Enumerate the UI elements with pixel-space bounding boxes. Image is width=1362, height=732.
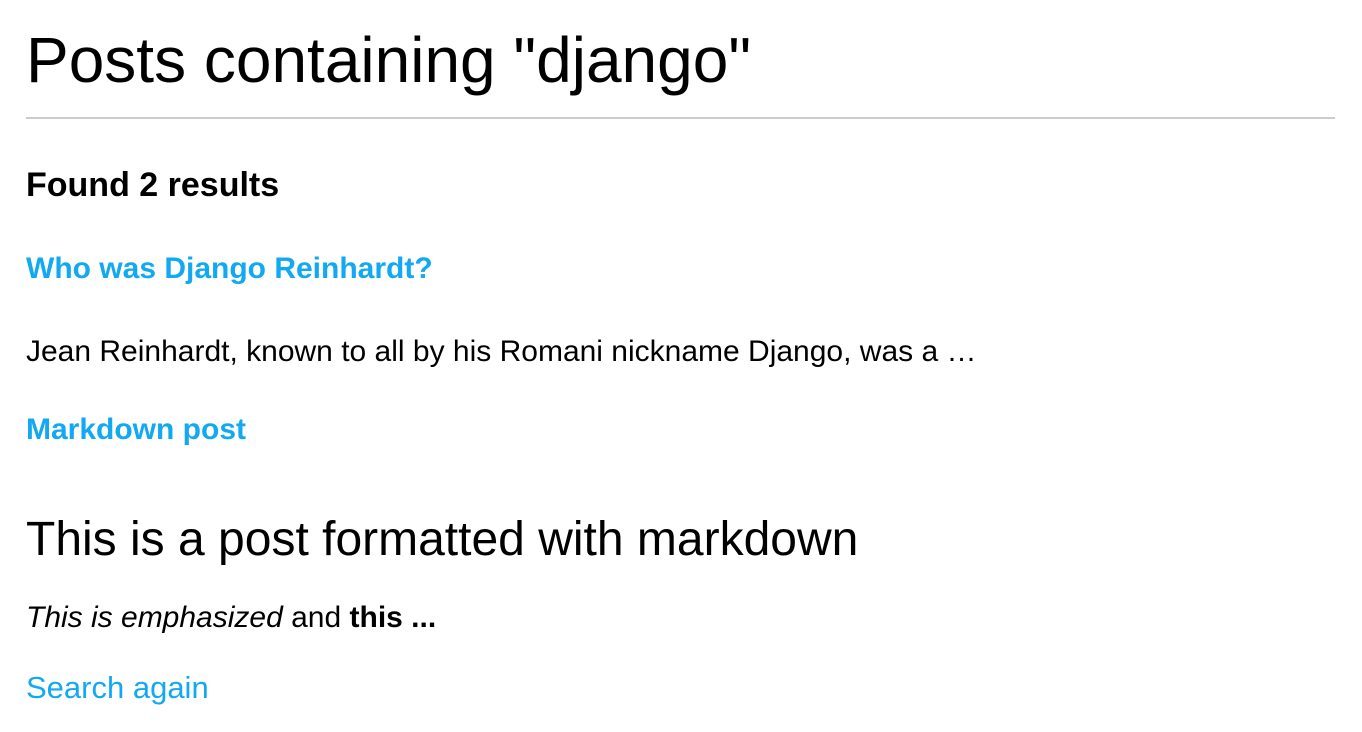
title-divider (26, 117, 1335, 119)
result-title-2: Markdown post (26, 411, 246, 449)
snippet-emphasized-text: This is emphasized (26, 601, 283, 634)
page-title: Posts containing "django" (26, 24, 752, 96)
result-link-markdown-post[interactable]: Markdown post (26, 413, 246, 446)
snippet-connector-text: and (282, 601, 350, 634)
result-snippet-2: This is emphasized and this ... (26, 599, 436, 637)
result-snippet-1: Jean Reinhardt, known to all by his Roma… (26, 335, 977, 368)
search-again-link[interactable]: Search again (26, 670, 209, 705)
results-count: Found 2 results (26, 166, 280, 204)
result-snippet-heading-2: This is a post formatted with markdown (26, 513, 859, 566)
result-title-1: Who was Django Reinhardt? (26, 250, 433, 288)
search-again-container: Search again (26, 668, 209, 708)
result-link-django-reinhardt[interactable]: Who was Django Reinhardt? (26, 252, 433, 285)
snippet-bold-text: this ... (349, 601, 437, 634)
